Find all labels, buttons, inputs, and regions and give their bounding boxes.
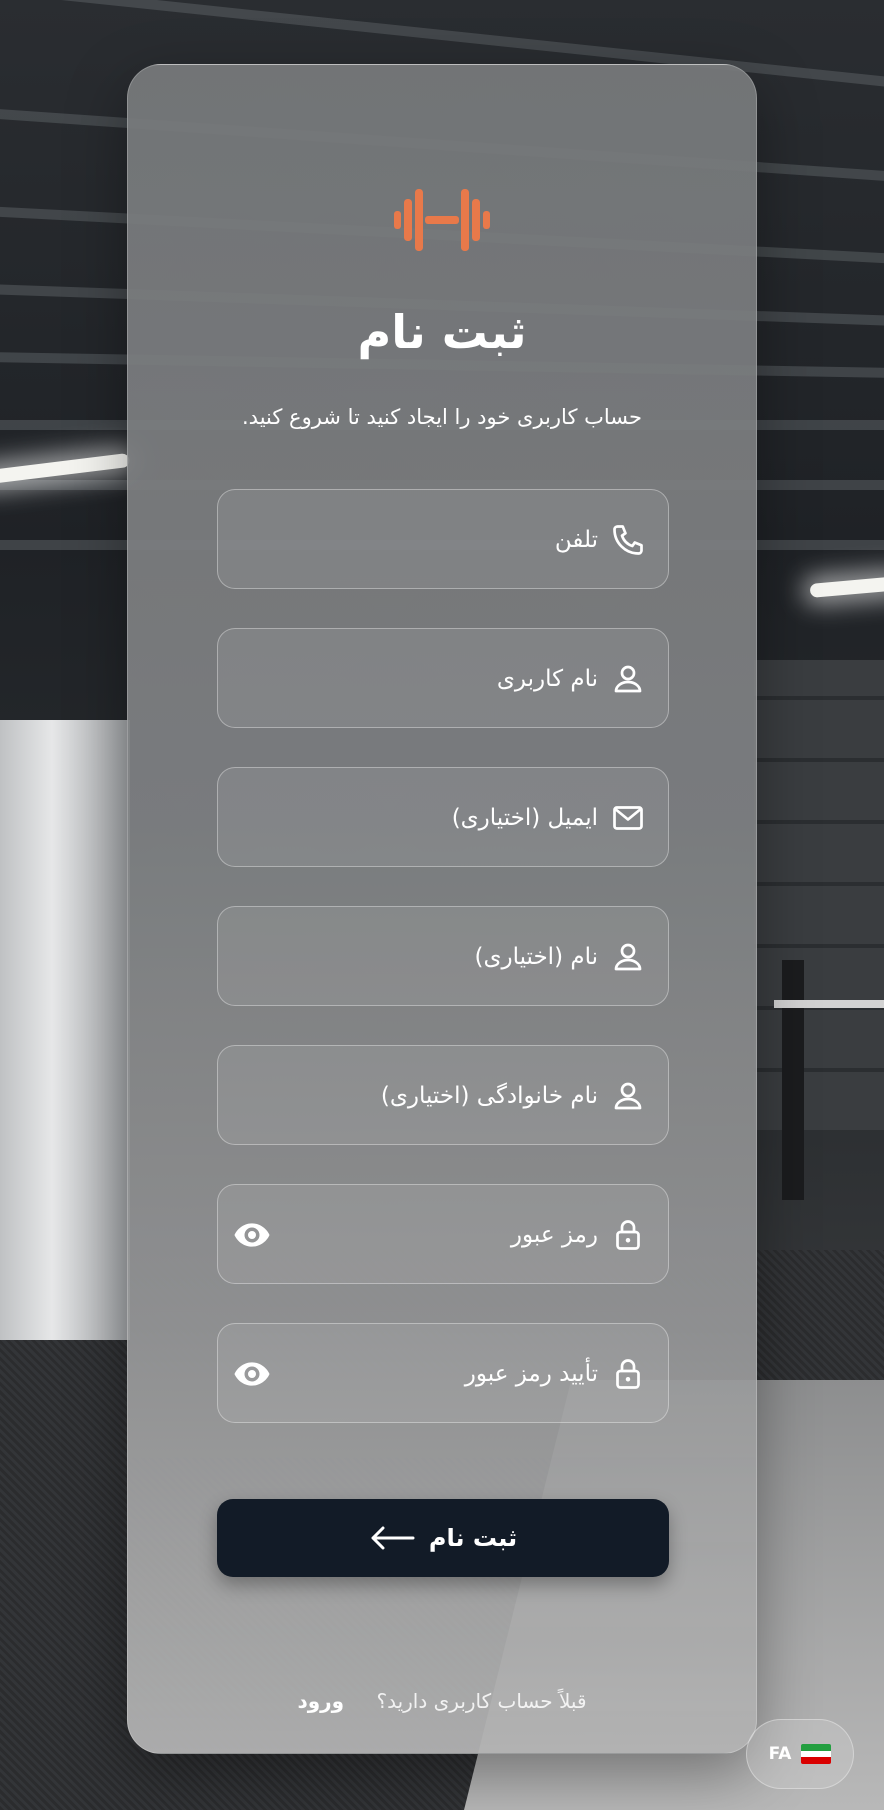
signup-card: ثبت نام حساب کاربری خود را ایجاد کنید تا… — [127, 64, 757, 1754]
mail-icon — [613, 806, 643, 830]
language-code: FA — [768, 1744, 792, 1764]
password-field-label: رمز عبور — [510, 1222, 598, 1248]
signup-submit-label: ثبت نام — [428, 1524, 518, 1552]
user-icon — [614, 943, 642, 971]
email-field-label: ایمیل (اختیاری) — [451, 805, 598, 831]
page-title: ثبت نام — [357, 305, 527, 359]
lock-icon — [616, 1359, 640, 1389]
signup-submit-button[interactable]: ثبت نام — [217, 1499, 669, 1577]
user-icon — [614, 1082, 642, 1110]
phone-icon — [613, 525, 643, 555]
login-link[interactable]: ورود — [297, 1689, 344, 1713]
eye-icon[interactable] — [232, 1354, 272, 1394]
last-name-field[interactable]: نام خانوادگی (اختیاری) — [217, 1045, 669, 1145]
eye-icon[interactable] — [232, 1215, 272, 1255]
page-subtitle: حساب کاربری خود را ایجاد کنید تا شروع کن… — [242, 405, 642, 429]
username-field-label: نام کاربری — [496, 666, 598, 692]
iran-flag-icon — [801, 1744, 832, 1764]
username-field[interactable]: نام کاربری — [217, 628, 669, 728]
user-icon — [614, 665, 642, 693]
phone-field-label: تلفن — [554, 527, 598, 553]
last-name-field-label: نام خانوادگی (اختیاری) — [380, 1083, 598, 1109]
confirm-password-field[interactable]: تأیید رمز عبور — [217, 1323, 669, 1423]
email-field[interactable]: ایمیل (اختیاری) — [217, 767, 669, 867]
language-switcher[interactable]: FA — [746, 1719, 854, 1789]
dumbbell-icon — [394, 189, 490, 251]
login-prompt: قبلاً حساب کاربری دارید؟ ورود — [128, 1689, 756, 1713]
login-question: قبلاً حساب کاربری دارید؟ — [376, 1689, 587, 1713]
first-name-field-label: نام (اختیاری) — [474, 944, 598, 970]
password-field[interactable]: رمز عبور — [217, 1184, 669, 1284]
lock-icon — [616, 1220, 640, 1250]
arrow-left-icon — [371, 1526, 415, 1550]
phone-field[interactable]: تلفن — [217, 489, 669, 589]
confirm-password-field-label: تأیید رمز عبور — [464, 1361, 598, 1387]
first-name-field[interactable]: نام (اختیاری) — [217, 906, 669, 1006]
